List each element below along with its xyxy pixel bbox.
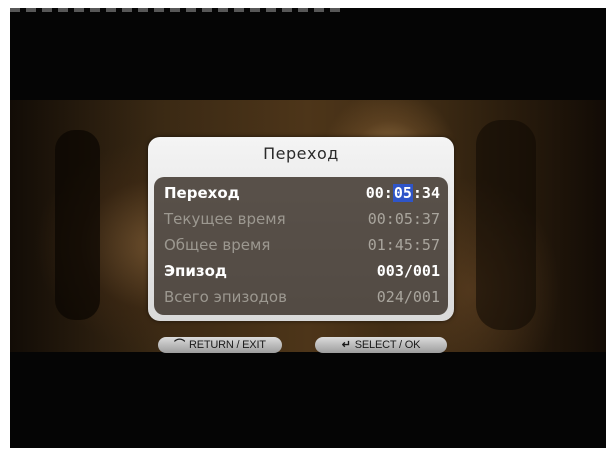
video-shadow-left: [55, 130, 100, 320]
current-time-value: 00:05:37: [367, 210, 440, 228]
top-edge-artifact: [10, 8, 340, 12]
current-time-label: Текущее время: [164, 210, 286, 228]
goto-time-hours: 00:: [365, 184, 393, 202]
goto-dialog: Переход Переход 00:05:34 Текущее время 0…: [148, 137, 454, 321]
select-ok-label: SELECT / OK: [354, 339, 421, 351]
enter-arrow-icon: ↵: [341, 339, 351, 351]
total-episodes-value: 024/001: [376, 288, 440, 306]
current-time-row: Текущее время 00:05:37: [164, 207, 440, 231]
total-episodes-label: Всего эпизодов: [164, 288, 287, 306]
return-arrow-icon: ⌒: [174, 339, 185, 351]
goto-time-input[interactable]: 00:05:34: [366, 181, 440, 205]
episode-row[interactable]: Эпизод 003/001: [164, 259, 440, 283]
return-exit-button[interactable]: ⌒ RETURN / EXIT: [158, 337, 282, 353]
goto-time-row[interactable]: Переход 00:05:34: [164, 181, 440, 205]
goto-time-minutes-cursor[interactable]: 05: [392, 184, 413, 202]
select-ok-button[interactable]: ↵ SELECT / OK: [315, 337, 447, 353]
total-time-row: Общее время 01:45:57: [164, 233, 440, 257]
video-shadow-right: [476, 120, 536, 330]
goto-time-label: Переход: [164, 184, 240, 202]
total-time-value: 01:45:57: [367, 236, 440, 254]
dialog-title: Переход: [263, 144, 339, 163]
dialog-body: Переход 00:05:34 Текущее время 00:05:37 …: [154, 177, 448, 315]
total-time-label: Общее время: [164, 236, 271, 254]
episode-value[interactable]: 003/001: [377, 259, 440, 283]
goto-time-seconds: :34: [412, 184, 440, 202]
return-exit-label: RETURN / EXIT: [188, 339, 266, 351]
episode-label: Эпизод: [164, 262, 228, 280]
total-episodes-row: Всего эпизодов 024/001: [164, 285, 440, 309]
